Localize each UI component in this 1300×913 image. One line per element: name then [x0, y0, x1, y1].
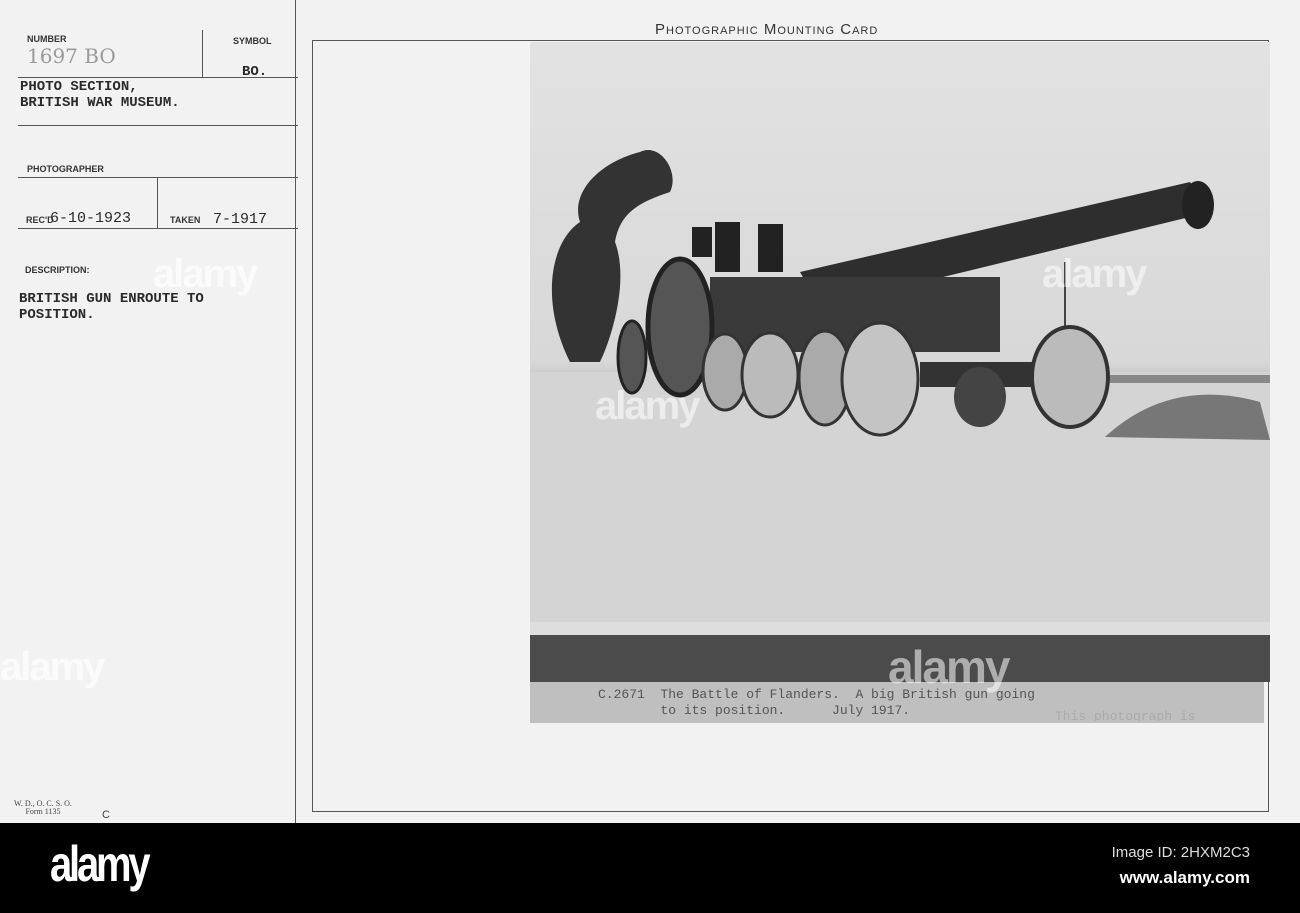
form-line-2: Form 1135: [25, 807, 61, 816]
soldier: [758, 224, 783, 272]
recd-value: 6-10-1923: [50, 210, 132, 227]
watermark: alamy: [595, 384, 700, 428]
description-label: DESCRIPTION:: [25, 265, 90, 275]
divider: [18, 228, 298, 229]
number-value: 1697 BO: [27, 44, 116, 68]
divider: [18, 77, 298, 78]
description-line-2: POSITION.: [19, 307, 95, 323]
watermark: alamy: [888, 641, 1010, 693]
taken-value: 7-1917: [213, 211, 268, 228]
caption-faded: This photograph is: [1055, 709, 1196, 721]
wheel: [840, 321, 920, 437]
section-text: PHOTO SECTION,: [20, 79, 138, 95]
photograph: [530, 42, 1270, 622]
horizon: [1110, 375, 1270, 383]
watermark: alamy: [153, 252, 258, 296]
watermark: alamy: [0, 645, 105, 689]
gun-scene-image: [530, 150, 1270, 622]
divider: [18, 125, 298, 126]
engine-chimney: [692, 227, 712, 257]
card-title: Photographic Mounting Card: [655, 21, 879, 38]
number-label: NUMBER: [27, 34, 67, 44]
wheel: [1030, 325, 1110, 429]
soldier: [715, 222, 740, 272]
stock-footer: alamy Image ID: 2HXM2C3 www.alamy.com: [0, 823, 1300, 913]
photo-strip: [530, 622, 1270, 635]
wheel: [616, 319, 648, 395]
image-id: Image ID: 2HXM2C3: [1111, 844, 1250, 861]
taken-label: TAKEN: [170, 215, 201, 225]
form-letter: C: [102, 809, 110, 821]
museum-text: BRITISH WAR MUSEUM.: [20, 95, 180, 111]
divider: [202, 30, 203, 77]
divider: [157, 178, 158, 228]
muzzle: [1182, 181, 1214, 229]
watermark: alamy: [1042, 252, 1147, 296]
alamy-logo: alamy: [50, 836, 151, 892]
wheel: [701, 332, 749, 412]
wheel: [954, 367, 1006, 427]
divider: [18, 177, 298, 178]
alamy-url[interactable]: www.alamy.com: [1120, 868, 1250, 888]
form-number: W. D., O. C. S. O. Form 1135: [14, 800, 72, 816]
panel-divider: [295, 0, 296, 823]
mounting-card: Photographic Mounting Card NUMBER 1697 B…: [0, 0, 1300, 823]
symbol-label: SYMBOL: [233, 36, 272, 46]
photographer-label: PHOTOGRAPHER: [27, 164, 104, 174]
wheel: [740, 331, 800, 419]
